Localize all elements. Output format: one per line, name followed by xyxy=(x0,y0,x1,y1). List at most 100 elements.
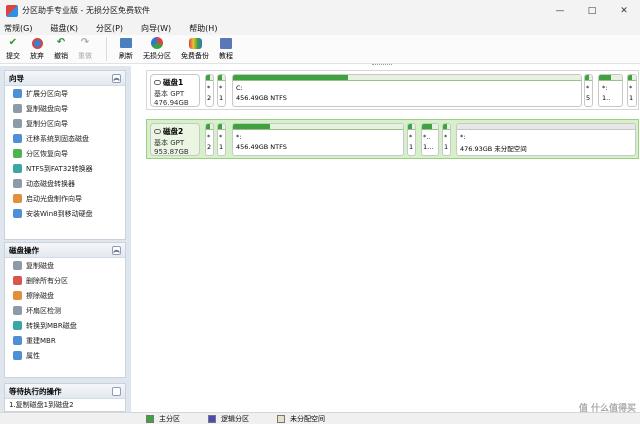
disk-op-bad-sector[interactable]: 坏扇区检测 xyxy=(5,303,125,318)
partition-block[interactable]: * 2 xyxy=(205,74,214,107)
collapse-icon[interactable] xyxy=(112,386,121,396)
free-backup-label: 免费备份 xyxy=(181,52,209,60)
dynamic-disk-icon xyxy=(13,179,22,188)
menu-general[interactable]: 常规(G) xyxy=(4,23,32,34)
free-backup-button[interactable]: 免费备份 xyxy=(181,35,209,61)
partition-detail: 456.49GB NTFS xyxy=(236,94,287,102)
pending-item[interactable]: 1.复制磁盘1到磁盘2 xyxy=(5,399,125,411)
disk-row[interactable]: 磁盘1 基本 GPT 476.94GB * 2 * 1 C: 456.49GB NTF… xyxy=(146,70,639,110)
wizard-item-label: 动态磁盘转换器 xyxy=(26,179,75,188)
partition-label: * xyxy=(586,84,590,92)
bad-sector-icon xyxy=(13,306,22,315)
legend-label: 主分区 xyxy=(159,414,180,423)
menu-help[interactable]: 帮助(H) xyxy=(189,23,217,34)
partition-detail: 456.49GB NTFS xyxy=(236,143,287,151)
undo-icon: ↶ xyxy=(56,37,66,48)
disk-op-label: 擦除磁盘 xyxy=(26,291,54,300)
used-bar xyxy=(585,75,590,80)
partition-block[interactable]: * 1 xyxy=(627,74,637,107)
rebuild-icon xyxy=(13,336,22,345)
disk-op-rebuild-mbr[interactable]: 重建MBR xyxy=(5,333,125,348)
used-bar xyxy=(233,75,348,80)
collapse-icon[interactable]: ︽ xyxy=(112,245,121,255)
wizard-item-win8[interactable]: 安装Win8到移动硬盘 xyxy=(5,206,125,221)
tutorial-label: 教程 xyxy=(219,52,233,60)
copy-disk-icon xyxy=(13,261,22,270)
wizard-item-recovery[interactable]: 分区恢复向导 xyxy=(5,146,125,161)
primary-swatch xyxy=(146,414,154,423)
collapse-icon[interactable]: ︽ xyxy=(112,73,121,83)
lossless-partition-button[interactable]: 无损分区 xyxy=(143,35,171,61)
wizard-item-ntfs-fat32[interactable]: NTFS到FAT32转换器 xyxy=(5,161,125,176)
disk-op-properties[interactable]: 属性 xyxy=(5,348,125,363)
wizard-item-copy-partition[interactable]: 复制分区向导 xyxy=(5,116,125,131)
partition-block[interactable]: *: 1.. xyxy=(598,74,623,107)
wizard-item-copy-disk[interactable]: 复制磁盘向导 xyxy=(5,101,125,116)
partition-icon xyxy=(150,37,164,49)
partition-detail: 2 xyxy=(207,143,212,151)
disk-info[interactable]: 磁盘1 基本 GPT 476.94GB xyxy=(150,74,200,107)
tutorial-button[interactable]: 教程 xyxy=(219,35,233,61)
used-bar xyxy=(233,124,271,129)
partition-label: * xyxy=(207,133,211,141)
refresh-label: 刷新 xyxy=(119,52,133,60)
disk-op-delete-all[interactable]: 删除所有分区 xyxy=(5,273,125,288)
minimize-button[interactable]: — xyxy=(544,0,576,21)
boot-disc-icon xyxy=(13,194,22,203)
copy-partition-icon xyxy=(13,119,22,128)
used-bar xyxy=(206,75,211,80)
wizard-section: 向导 ︽ 扩展分区向导 复制磁盘向导 复制分区向导 迁移系统到固态磁盘 分区恢复… xyxy=(4,70,126,240)
partition-block[interactable]: * 1 xyxy=(442,123,451,156)
title-bar: 分区助手专业版 - 无损分区免费软件 — □ ✕ xyxy=(0,0,640,21)
wizard-section-header[interactable]: 向导 ︽ xyxy=(5,71,125,86)
delete-icon xyxy=(13,276,22,285)
disk-op-label: 重建MBR xyxy=(26,336,56,345)
menu-wizard[interactable]: 向导(W) xyxy=(141,23,171,34)
wizard-item-extend[interactable]: 扩展分区向导 xyxy=(5,86,125,101)
undo-button[interactable]: ↶ 撤销 xyxy=(54,35,68,61)
disk-op-convert-mbr[interactable]: 转换到MBR磁盘 xyxy=(5,318,125,333)
disk-ops-section: 磁盘操作 ︽ 复制磁盘 删除所有分区 擦除磁盘 坏扇区检测 转换到MBR磁盘 重… xyxy=(4,242,126,378)
discard-button[interactable]: 放弃 xyxy=(30,35,44,61)
legend-bar: 主分区 逻辑分区 未分配空间 xyxy=(0,412,640,424)
left-panel: 向导 ︽ 扩展分区向导 复制磁盘向导 复制分区向导 迁移系统到固态磁盘 分区恢复… xyxy=(0,66,131,412)
redo-icon: ↷ xyxy=(80,37,90,48)
disk-op-copy[interactable]: 复制磁盘 xyxy=(5,258,125,273)
wizard-item-migrate-os[interactable]: 迁移系统到固态磁盘 xyxy=(5,131,125,146)
redo-button[interactable]: ↷ 重做 xyxy=(78,35,92,61)
menu-partition[interactable]: 分区(P) xyxy=(96,23,123,34)
maximize-button[interactable]: □ xyxy=(576,0,608,21)
watermark: 值 什么值得买 xyxy=(578,404,636,414)
submit-button[interactable]: ✔ 提交 xyxy=(6,35,20,61)
pending-section-header[interactable]: 等待执行的操作 xyxy=(5,384,125,399)
partition-block[interactable]: *: 476.93GB 未分配空间 xyxy=(456,123,636,156)
disk-icon xyxy=(154,80,161,85)
backup-icon xyxy=(188,37,202,49)
partition-block[interactable]: * 1 xyxy=(407,123,416,156)
disk-info[interactable]: 磁盘2 基本 GPT 953.87GB xyxy=(150,123,200,156)
partition-block[interactable]: * 1 xyxy=(217,123,226,156)
refresh-icon xyxy=(119,37,133,49)
partition-block[interactable]: *: 456.49GB NTFS xyxy=(232,123,404,156)
refresh-button[interactable]: 刷新 xyxy=(119,35,133,61)
wizard-item-bootable[interactable]: 启动光盘制作向导 xyxy=(5,191,125,206)
close-button[interactable]: ✕ xyxy=(608,0,640,21)
partition-block[interactable]: * 1 xyxy=(217,74,226,107)
disk-row[interactable]: 磁盘2 基本 GPT 953.87GB * 2 * 1 *: 456.49GB NTF… xyxy=(146,119,639,159)
partition-block[interactable]: * 2 xyxy=(205,123,214,156)
partition-detail: 1.. xyxy=(602,94,611,102)
partition-block[interactable]: C: 456.49GB NTFS xyxy=(232,74,582,107)
partition-block[interactable]: * 5 xyxy=(584,74,593,107)
disk-ops-section-header[interactable]: 磁盘操作 ︽ xyxy=(5,243,125,258)
tutorial-icon xyxy=(219,37,233,49)
partition-detail: 1 xyxy=(409,143,414,151)
disk-op-wipe[interactable]: 擦除磁盘 xyxy=(5,288,125,303)
wizard-item-dynamic[interactable]: 动态磁盘转换器 xyxy=(5,176,125,191)
submit-label: 提交 xyxy=(6,52,20,60)
partition-block[interactable]: *.. 1... xyxy=(421,123,439,156)
used-bar xyxy=(218,124,223,129)
partition-detail: 1 xyxy=(444,143,449,151)
disk-name: 磁盘1 xyxy=(163,78,184,87)
partition-label: *: xyxy=(460,133,466,141)
menu-disk[interactable]: 磁盘(K) xyxy=(50,23,78,34)
